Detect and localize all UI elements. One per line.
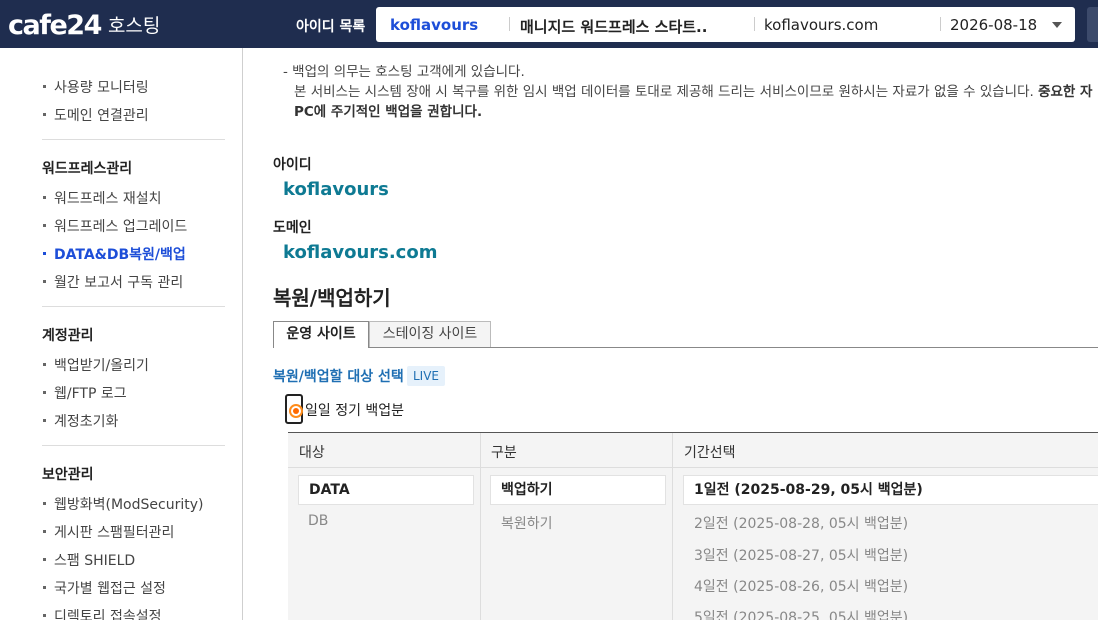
notice-line: PC에 주기적인 백업을 권합니다. <box>294 104 483 120</box>
header-target: 대상 <box>299 445 325 461</box>
header-type: 구분 <box>491 445 517 461</box>
column-divider <box>672 433 673 620</box>
daily-backup-label[interactable]: 일일 정기 백업분 <box>305 400 404 420</box>
action-option-backup[interactable]: 백업하기 <box>490 475 666 505</box>
sidebar-item-wp-upgrade[interactable]: 워드프레스 업그레이드 <box>42 216 187 236</box>
sidebar-item-data-db-restore[interactable]: DATA&DB복원/백업 <box>43 244 186 264</box>
column-divider <box>480 433 481 620</box>
sidebar-item-spam-shield[interactable]: 스팸 SHIELD <box>42 550 135 570</box>
daily-backup-radio[interactable] <box>285 394 303 424</box>
id-list-label: 아이디 목록 <box>296 19 366 35</box>
sidebar-item-usage-monitoring[interactable]: 사용량 모니터링 <box>43 77 149 97</box>
id-label: 아이디 <box>273 157 312 173</box>
account-plan: 매니지드 워드프레스 스타트.. <box>520 18 708 36</box>
notice-line: 본 서비스는 시스템 장애 시 복구를 위한 임시 백업 데이터를 토대로 제공… <box>294 84 1093 100</box>
target-option-data[interactable]: DATA <box>298 475 474 505</box>
sidebar-item-domain-connection[interactable]: 도메인 연결관리 <box>43 105 149 125</box>
sidebar-item-web-ftp-log[interactable]: 웹/FTP 로그 <box>43 383 127 403</box>
sidebar-item-backup-upload[interactable]: 백업받기/올리기 <box>43 355 149 375</box>
account-select[interactable]: koflavours 매니지드 워드프레스 스타트.. koflavours.c… <box>376 7 1075 42</box>
sidebar-divider <box>42 445 225 446</box>
sidebar-group-security: 보안관리 <box>42 467 94 483</box>
action-option-restore[interactable]: 복원하기 <box>501 513 553 533</box>
period-option[interactable]: 3일전 (2025-08-27, 05시 백업분) <box>694 545 908 565</box>
backup-notice: - 백업의 의무는 호스팅 고객에게 있습니다. 본 서비스는 시스템 장애 시… <box>283 62 1098 122</box>
chevron-down-icon[interactable] <box>1052 22 1062 28</box>
account-domain: koflavours.com <box>764 16 879 34</box>
header-action-button[interactable] <box>1087 7 1098 42</box>
sidebar-item-web-firewall[interactable]: 웹방화벽(ModSecurity) <box>42 494 203 514</box>
domain-value: koflavours.com <box>283 242 438 263</box>
target-option-db[interactable]: DB <box>308 513 328 529</box>
domain-label: 도메인 <box>273 220 312 236</box>
tab-staging-site[interactable]: 스테이징 사이트 <box>369 321 491 347</box>
period-option[interactable]: 1일전 (2025-08-29, 05시 백업분) <box>683 475 1098 505</box>
sidebar-item-monthly-report[interactable]: 월간 보고서 구독 관리 <box>42 272 183 292</box>
sidebar-item-account-reset[interactable]: 계정초기화 <box>42 411 118 431</box>
table-header-row: 대상 구분 기간선택 <box>288 433 1098 468</box>
radio-selected-icon <box>289 404 303 418</box>
separator <box>509 17 510 31</box>
sidebar: 사용량 모니터링 도메인 연결관리 워드프레스관리 워드프레스 재설치 워드프레… <box>0 48 243 620</box>
tab-production-site[interactable]: 운영 사이트 <box>273 321 369 348</box>
logo-brand-text: cafe24 <box>8 10 102 41</box>
sidebar-item-board-spam-filter[interactable]: 게시판 스팸필터관리 <box>42 522 174 542</box>
sidebar-group-account: 계정관리 <box>42 328 94 344</box>
status-badge: LIVE <box>407 366 446 386</box>
account-id: koflavours <box>390 16 479 34</box>
notice-line: - 백업의 의무는 호스팅 고객에게 있습니다. <box>283 64 525 80</box>
page-title: 복원/백업하기 <box>273 286 391 310</box>
sidebar-divider <box>42 139 225 140</box>
sidebar-group-wordpress: 워드프레스관리 <box>42 161 133 177</box>
sidebar-item-country-web-access[interactable]: 국가별 웹접근 설정 <box>43 578 166 598</box>
sidebar-item-wp-reinstall[interactable]: 워드프레스 재설치 <box>43 188 162 208</box>
top-header: cafe24 호스팅 아이디 목록 koflavours 매니지드 워드프레스 … <box>0 0 1098 48</box>
main-content: - 백업의 의무는 호스팅 고객에게 있습니다. 본 서비스는 시스템 장애 시… <box>243 48 1098 620</box>
target-select-label: 복원/백업할 대상 선택 <box>273 369 404 385</box>
backup-table: 대상 구분 기간선택 DATA DB 백업하기 복원하기 1일전 (2025-0… <box>288 432 1098 620</box>
period-option[interactable]: 5일전 (2025-08-25, 05시 백업분) <box>694 607 908 620</box>
account-date: 2026-08-18 <box>950 16 1038 34</box>
header-period: 기간선택 <box>684 445 736 461</box>
period-option[interactable]: 2일전 (2025-08-28, 05시 백업분) <box>694 513 908 533</box>
sidebar-divider <box>42 306 225 307</box>
cafe24-logo[interactable]: cafe24 호스팅 <box>8 10 160 41</box>
site-tabs: 운영 사이트 스테이징 사이트 <box>273 321 1098 348</box>
period-option[interactable]: 4일전 (2025-08-26, 05시 백업분) <box>694 576 908 596</box>
logo-sub-text: 호스팅 <box>107 15 161 37</box>
separator <box>754 17 755 31</box>
sidebar-item-directory-access[interactable]: 디렉토리 접속설정 <box>43 606 162 620</box>
separator <box>940 17 941 31</box>
id-value: koflavours <box>283 179 389 200</box>
